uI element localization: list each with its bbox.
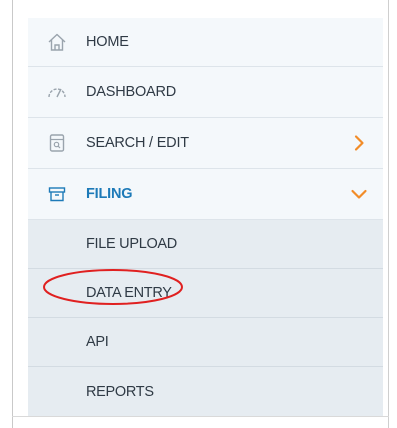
nav-label-dashboard: DASHBOARD	[86, 84, 177, 100]
frame-right-edge	[388, 0, 389, 428]
nav-label-filing: FILING	[86, 186, 133, 202]
home-icon	[46, 31, 68, 53]
submenu-item-data-entry[interactable]: DATA ENTRY	[28, 269, 383, 318]
nav-item-filing[interactable]: FILING	[28, 169, 383, 220]
submenu-item-reports[interactable]: REPORTS	[28, 367, 383, 416]
archive-box-icon	[46, 183, 68, 205]
nav-item-dashboard[interactable]: DASHBOARD	[28, 67, 383, 118]
submenu-item-file-upload[interactable]: FILE UPLOAD	[28, 220, 383, 269]
app-frame: HOME DASHBOARD SEARCH / EDIT FILING FILE…	[0, 0, 397, 428]
submenu-label-reports: REPORTS	[86, 383, 154, 400]
submenu-item-api[interactable]: API	[28, 318, 383, 367]
gauge-icon	[46, 81, 68, 103]
nav-label-home: HOME	[86, 34, 129, 50]
nav-item-home[interactable]: HOME	[28, 18, 383, 67]
search-document-icon	[46, 132, 68, 154]
chevron-right-icon[interactable]	[349, 133, 369, 153]
filing-submenu: FILE UPLOAD DATA ENTRY API REPORTS	[28, 220, 383, 416]
submenu-label-file-upload: FILE UPLOAD	[86, 236, 177, 252]
submenu-label-data-entry: DATA ENTRY	[86, 285, 172, 301]
sidebar-nav: HOME DASHBOARD SEARCH / EDIT FILING FILE…	[28, 18, 383, 416]
frame-bottom-edge	[12, 416, 389, 417]
submenu-label-api: API	[86, 334, 109, 350]
nav-label-search-edit: SEARCH / EDIT	[86, 135, 189, 151]
frame-left-edge	[12, 0, 13, 428]
nav-item-search-edit[interactable]: SEARCH / EDIT	[28, 118, 383, 169]
chevron-down-icon[interactable]	[349, 184, 369, 204]
